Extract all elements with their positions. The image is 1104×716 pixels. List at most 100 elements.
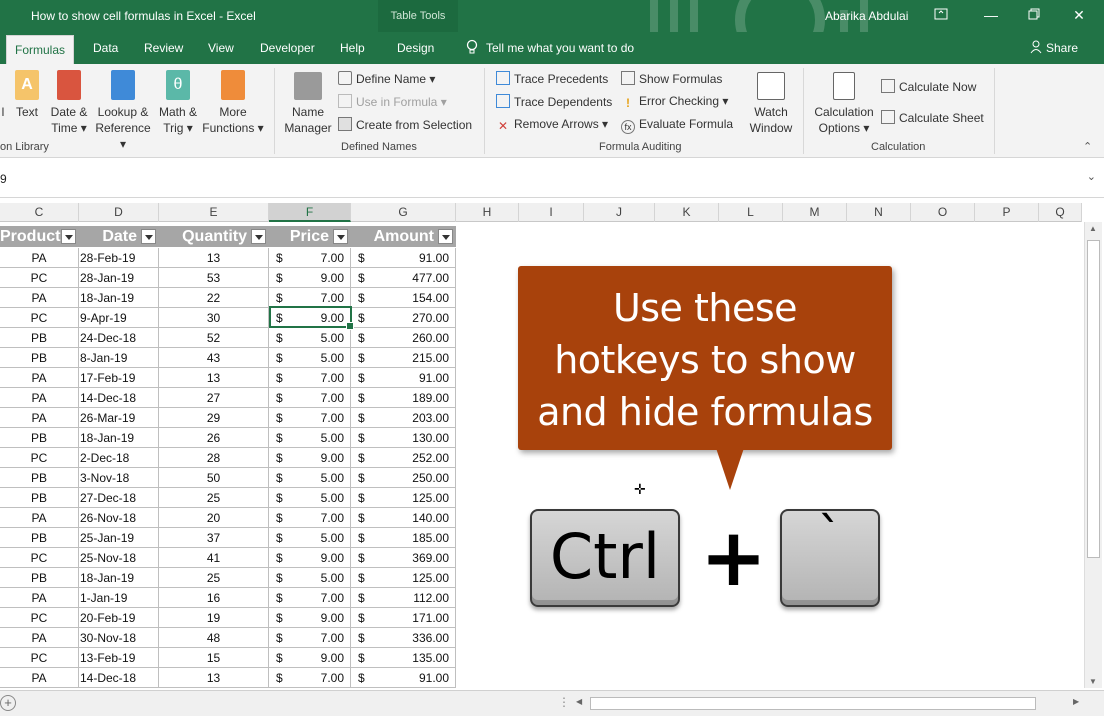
column-header-i[interactable]: I	[519, 203, 584, 222]
cell-quantity[interactable]: 25	[159, 568, 269, 588]
cell-date[interactable]: 13-Feb-19	[79, 648, 159, 668]
cell-product[interactable]: PC	[0, 548, 79, 568]
watch-window-button[interactable]: Watch Window	[746, 70, 796, 136]
cell-amount[interactable]: $125.00	[351, 488, 456, 508]
cell-product[interactable]: PC	[0, 648, 79, 668]
tab-help[interactable]: Help	[332, 32, 373, 64]
cell-product[interactable]: PA	[0, 388, 79, 408]
horizontal-scroll-thumb[interactable]	[590, 697, 1036, 710]
cell-product[interactable]: PC	[0, 268, 79, 288]
cell-amount[interactable]: $112.00	[351, 588, 456, 608]
cell-price[interactable]: $5.00	[269, 348, 351, 368]
scroll-down-icon[interactable]: ▼	[1089, 677, 1097, 686]
cell-date[interactable]: 14-Dec-18	[79, 388, 159, 408]
cell-product[interactable]: PA	[0, 668, 79, 688]
filter-dropdown-icon[interactable]	[251, 229, 266, 244]
tab-data[interactable]: Data	[85, 32, 126, 64]
cell-amount[interactable]: $250.00	[351, 468, 456, 488]
cell-price[interactable]: $5.00	[269, 428, 351, 448]
cell-product[interactable]: PC	[0, 308, 79, 328]
name-manager-button[interactable]: Name Manager	[282, 70, 334, 136]
cell-date[interactable]: 27-Dec-18	[79, 488, 159, 508]
more-functions-button[interactable]: More Functions ▾	[202, 70, 264, 136]
cell-quantity[interactable]: 28	[159, 448, 269, 468]
cell-quantity[interactable]: 13	[159, 248, 269, 268]
cell-amount[interactable]: $260.00	[351, 328, 456, 348]
scroll-right-icon[interactable]: ▶	[1073, 697, 1079, 706]
cell-amount[interactable]: $91.00	[351, 248, 456, 268]
cell-price[interactable]: $5.00	[269, 328, 351, 348]
cell-date[interactable]: 24-Dec-18	[79, 328, 159, 348]
cell-quantity[interactable]: 30	[159, 308, 269, 328]
cell-quantity[interactable]: 48	[159, 628, 269, 648]
new-sheet-icon[interactable]: +	[0, 695, 16, 711]
cell-price[interactable]: $9.00	[269, 448, 351, 468]
filter-dropdown-icon[interactable]	[438, 229, 453, 244]
cell-price[interactable]: $5.00	[269, 468, 351, 488]
math-trig-button[interactable]: θ Math & Trig ▾	[156, 70, 200, 136]
cell-quantity[interactable]: 37	[159, 528, 269, 548]
cell-quantity[interactable]: 27	[159, 388, 269, 408]
cell-date[interactable]: 8-Jan-19	[79, 348, 159, 368]
column-header-k[interactable]: K	[655, 203, 719, 222]
cell-product[interactable]: PB	[0, 348, 79, 368]
tab-developer[interactable]: Developer	[252, 32, 323, 64]
cell-date[interactable]: 17-Feb-19	[79, 368, 159, 388]
minimize-icon[interactable]: —	[980, 4, 1002, 26]
cell-price[interactable]: $7.00	[269, 508, 351, 528]
insert-function-button[interactable]: l	[0, 70, 8, 120]
cell-amount[interactable]: $203.00	[351, 408, 456, 428]
cell-quantity[interactable]: 43	[159, 348, 269, 368]
filter-dropdown-icon[interactable]	[333, 229, 348, 244]
cell-date[interactable]: 3-Nov-18	[79, 468, 159, 488]
trace-precedents-button[interactable]: Trace Precedents	[496, 71, 608, 86]
cell-quantity[interactable]: 50	[159, 468, 269, 488]
column-header-c[interactable]: C	[0, 203, 79, 222]
cell-product[interactable]: PA	[0, 288, 79, 308]
cell-amount[interactable]: $171.00	[351, 608, 456, 628]
cell-price[interactable]: $7.00	[269, 288, 351, 308]
column-header-q[interactable]: Q	[1039, 203, 1082, 222]
create-from-selection-button[interactable]: Create from Selection	[338, 117, 472, 132]
vertical-scroll-thumb[interactable]	[1087, 240, 1100, 558]
header-amount[interactable]: Amount	[351, 226, 456, 247]
cell-amount[interactable]: $91.00	[351, 668, 456, 688]
tab-view[interactable]: View	[200, 32, 242, 64]
error-checking-button[interactable]: ! Error Checking ▾	[621, 94, 728, 110]
cell-quantity[interactable]: 52	[159, 328, 269, 348]
collapse-ribbon-icon[interactable]: ⌃	[1083, 140, 1092, 153]
cell-amount[interactable]: $154.00	[351, 288, 456, 308]
cell-date[interactable]: 28-Jan-19	[79, 268, 159, 288]
filter-dropdown-icon[interactable]	[141, 229, 156, 244]
cell-quantity[interactable]: 13	[159, 368, 269, 388]
cell-quantity[interactable]: 41	[159, 548, 269, 568]
restore-icon[interactable]	[1023, 4, 1045, 26]
cell-date[interactable]: 1-Jan-19	[79, 588, 159, 608]
cell-amount[interactable]: $189.00	[351, 388, 456, 408]
cell-quantity[interactable]: 19	[159, 608, 269, 628]
cell-date[interactable]: 25-Jan-19	[79, 528, 159, 548]
scroll-up-icon[interactable]: ▲	[1089, 224, 1097, 233]
cell-product[interactable]: PB	[0, 328, 79, 348]
cell-price[interactable]: $5.00	[269, 488, 351, 508]
cell-quantity[interactable]: 20	[159, 508, 269, 528]
cell-price[interactable]: $7.00	[269, 248, 351, 268]
cell-product[interactable]: PA	[0, 508, 79, 528]
calculate-sheet-button[interactable]: Calculate Sheet	[881, 110, 984, 125]
cell-amount[interactable]: $336.00	[351, 628, 456, 648]
vertical-scrollbar[interactable]: ▲ ▼	[1084, 222, 1102, 688]
tab-design[interactable]: Design	[389, 32, 442, 64]
cell-amount[interactable]: $135.00	[351, 648, 456, 668]
calculation-options-button[interactable]: Calculation Options ▾	[810, 70, 878, 136]
share-button[interactable]: Share	[1030, 32, 1078, 64]
cell-amount[interactable]: $91.00	[351, 368, 456, 388]
cell-price[interactable]: $9.00	[269, 268, 351, 288]
cell-price[interactable]: $7.00	[269, 368, 351, 388]
cell-price[interactable]: $7.00	[269, 388, 351, 408]
cell-amount[interactable]: $130.00	[351, 428, 456, 448]
cell-amount[interactable]: $369.00	[351, 548, 456, 568]
cell-product[interactable]: PB	[0, 488, 79, 508]
cell-product[interactable]: PC	[0, 448, 79, 468]
cell-product[interactable]: PA	[0, 588, 79, 608]
header-quantity[interactable]: Quantity	[159, 226, 269, 247]
